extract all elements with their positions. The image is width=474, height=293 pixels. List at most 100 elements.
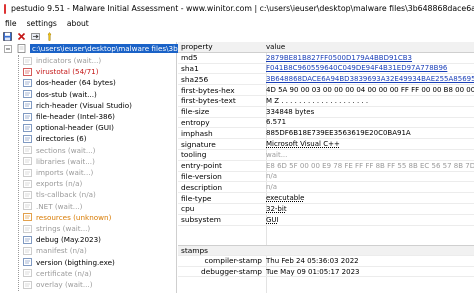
property-value: 4D 5A 90 00 03 00 00 00 04 00 00 00 FF F… (266, 86, 474, 95)
tree-item[interactable]: version (bigthing.exe) (22, 257, 115, 268)
property-key: sha256 (181, 74, 209, 84)
tree-item[interactable]: libraries (wait...) (22, 156, 95, 167)
property-row[interactable]: cpu 32-bit (178, 204, 474, 215)
property-row[interactable]: file-version n/a (178, 172, 474, 183)
property-row[interactable]: first-bytes-hex 4D 5A 90 00 03 00 00 00 0… (178, 85, 474, 96)
dos-header-icon (22, 78, 33, 87)
property-value: 885DF6B18E739EE3563619E20C0BA91A (266, 129, 411, 138)
property-row[interactable]: tooling wait... (178, 150, 474, 161)
tree-item[interactable]: debug (May.2023) (22, 234, 101, 245)
property-value[interactable]: F041B8C960559640C049DE94F4B31ED97A778B96 (266, 64, 474, 72)
title-bar: pestudio 9.51 - Malware Initial Assessme… (0, 0, 474, 17)
virustotal-icon (22, 67, 33, 76)
tree-item[interactable]: indicators (wait...) (22, 55, 101, 66)
tree-item-label: optional-header (GUI) (36, 123, 114, 133)
tree-item[interactable]: strings (wait...) (22, 223, 90, 234)
stamp-row[interactable]: debugger-stamp Tue May 09 01:05:17 2023 (178, 267, 474, 278)
tree-item[interactable]: resources (unknown) (22, 212, 111, 223)
property-row[interactable]: entropy 6.571 (178, 118, 474, 129)
tree-item[interactable]: directories (6) (22, 133, 87, 144)
tree-item[interactable]: optional-header (GUI) (22, 122, 114, 133)
tree-item[interactable]: certificate (n/a) (22, 268, 92, 279)
rich-header-icon (22, 101, 33, 110)
tree-item[interactable]: dos-stub (wait...) (22, 89, 97, 100)
menu-bar: file settings about (0, 17, 474, 30)
property-key: md5 (181, 53, 198, 63)
tree-item-label: .NET (wait...) (36, 201, 83, 211)
property-value: n/a (266, 183, 278, 192)
tree-item[interactable]: tls-callback (n/a) (22, 189, 96, 200)
tree-panel: c:\users\ieuser\desktop\malware files\3b… (0, 42, 212, 293)
tree-item[interactable]: sections (wait...) (22, 145, 95, 156)
property-value[interactable]: 3B648868DACE6A94BD3839693A32E49934BAE255… (266, 75, 474, 83)
property-row[interactable]: file-size 334848 bytes (178, 107, 474, 118)
menu-settings[interactable]: settings (22, 19, 62, 28)
property-row[interactable]: imphash 885DF6B18E739EE3563619E20C0BA91A (178, 128, 474, 140)
property-key: entropy (181, 117, 210, 127)
optional-header-icon (22, 123, 33, 132)
property-key: signature (181, 139, 216, 149)
property-row[interactable]: sha1 F041B8C960559640C049DE94F4B31ED97A77… (178, 64, 474, 75)
property-row[interactable]: entry-point E8 6D 5F 00 00 E9 78 FE FF FF… (178, 161, 474, 172)
close-icon[interactable] (16, 31, 26, 41)
property-key: file-version (181, 171, 222, 181)
property-key: cpu (181, 204, 195, 214)
property-value[interactable]: 2879BE81B827FF0500D179A4BBD91CB3 (266, 54, 474, 62)
tree-item[interactable]: virustotal (54/71) (22, 66, 99, 77)
strings-icon (22, 224, 33, 233)
tree-item-label: imports (wait...) (36, 168, 94, 178)
property-value: executable (266, 194, 305, 203)
property-value: 334848 bytes (266, 107, 315, 116)
menu-file[interactable]: file (0, 19, 22, 28)
tree-item[interactable]: exports (n/a) (22, 178, 82, 189)
column-header-value[interactable]: value (266, 43, 474, 51)
exports-icon (22, 179, 33, 188)
property-value: M Z . . . . . . . . . . . . . . . . . . … (266, 96, 369, 105)
property-row[interactable]: signature Microsoft Visual C++ (178, 139, 474, 150)
property-row[interactable]: md5 2879BE81B827FF0500D179A4BBD91CB3 (178, 53, 474, 64)
property-row[interactable]: sha256 3B648868DACE6A94BD3839693A32E49934… (178, 74, 474, 86)
stamp-key: compiler-stamp (204, 256, 262, 266)
tree-item-label: strings (wait...) (36, 224, 91, 234)
property-value: wait... (266, 150, 288, 159)
dotnet-icon (22, 202, 33, 211)
stamp-row[interactable]: compiler-stamp Thu Feb 24 05:36:03 2022 (178, 256, 474, 267)
property-value: 6.571 (266, 118, 287, 127)
tree-item[interactable]: .NET (wait...) (22, 201, 82, 212)
tree-root[interactable]: c:\users\ieuser\desktop\malware files\3b… (2, 43, 212, 54)
property-row[interactable]: first-bytes-text M Z . . . . . . . . . . … (178, 96, 474, 107)
tree-item[interactable]: overlay (wait...) (22, 279, 93, 290)
tree-item[interactable]: imports (wait...) (22, 167, 93, 178)
save-icon[interactable] (2, 31, 12, 41)
collapse-icon[interactable] (2, 44, 13, 53)
tree-item[interactable]: rich-header (Visual Studio) (22, 100, 132, 111)
property-value: E8 6D 5F 00 00 E9 78 FE FF FF 8B FF 55 8… (266, 161, 474, 170)
pestudio-app-icon (4, 3, 6, 14)
tree-item-label: dos-header (64 bytes) (36, 78, 116, 88)
imports-icon (22, 168, 33, 177)
export-icon[interactable] (30, 31, 40, 41)
tree-item-label: libraries (wait...) (36, 156, 95, 166)
tree-item[interactable]: file-header (Intel-386) (22, 111, 115, 122)
tls-callback-icon (22, 190, 33, 199)
menu-about[interactable]: about (62, 19, 94, 28)
column-header-property[interactable]: property (178, 42, 266, 51)
tree-item-label: exports (n/a) (36, 179, 83, 189)
property-key: file-size (181, 107, 210, 117)
tree-item-label: tls-callback (n/a) (36, 190, 96, 200)
tree-item[interactable]: manifest (n/a) (22, 245, 87, 256)
property-key: imphash (181, 128, 213, 138)
property-key: tooling (181, 150, 207, 160)
libraries-icon (22, 157, 33, 166)
property-key: file-type (181, 193, 212, 203)
help-icon[interactable] (44, 31, 54, 41)
property-key: sha1 (181, 63, 199, 73)
property-row[interactable]: description n/a (178, 182, 474, 194)
indicators-icon (22, 56, 33, 65)
property-key: first-bytes-text (181, 96, 236, 106)
property-row[interactable]: file-type executable (178, 193, 474, 204)
tree-item[interactable]: dos-header (64 bytes) (22, 77, 116, 88)
property-row[interactable]: subsystem GUI (178, 215, 474, 226)
property-value: 32-bit (266, 204, 287, 213)
directories-icon (22, 134, 33, 143)
